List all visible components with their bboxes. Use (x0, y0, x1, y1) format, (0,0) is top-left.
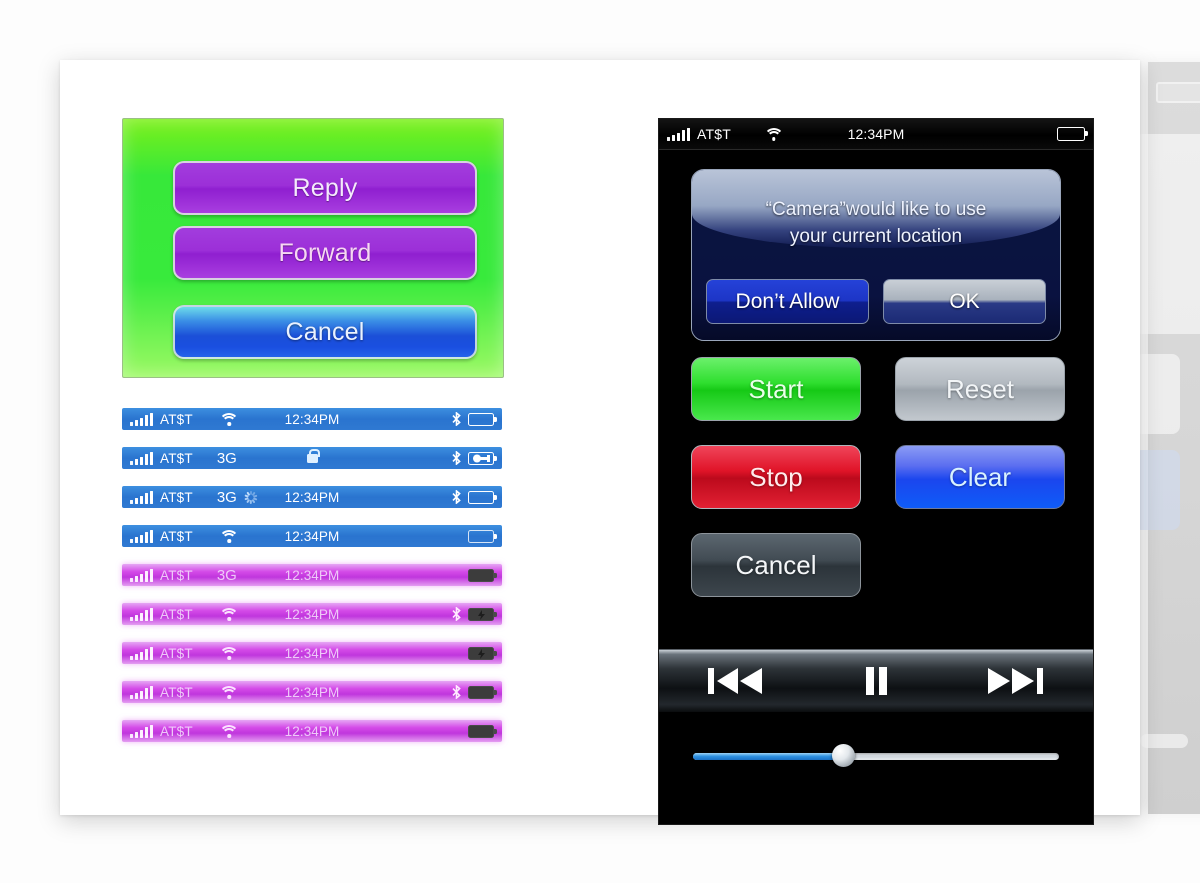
clear-button-label: Clear (948, 461, 1012, 492)
dont-allow-button[interactable]: Don’t Allow (706, 279, 869, 324)
status-bar: AT$T 12:34PM (122, 681, 502, 703)
bluetooth-icon (452, 490, 461, 504)
reply-button-label: Reply (292, 173, 358, 202)
location-permission-alert: “Camera”would like to use your current l… (691, 169, 1061, 341)
clock-label: 12:34PM (284, 528, 340, 544)
slider-thumb[interactable] (832, 744, 856, 767)
forward-button-label: Forward (278, 238, 372, 267)
status-bar: AT$T 12:34PM (122, 408, 502, 430)
battery-full-icon (1057, 127, 1088, 141)
clock-label: 12:34PM (284, 606, 340, 622)
battery-charging-icon (468, 646, 497, 660)
screenshot-root: Reply Forward Cancel AT$T 12:34PM AT$T 3G AT… (0, 0, 1200, 883)
status-bar-list: AT$T 12:34PM AT$T 3G AT$T 3G 12:34PM AT$T 12:34P… (122, 408, 502, 759)
clock-label: 12:34PM (284, 645, 340, 661)
ghost-shape-4 (1140, 734, 1188, 748)
ghost-shape-3 (1134, 450, 1180, 530)
clear-button[interactable]: Clear (895, 445, 1065, 509)
battery-full-icon (468, 412, 497, 426)
battery-icon (1156, 82, 1200, 103)
status-bar: AT$T 12:34PM (122, 720, 502, 742)
bluetooth-icon (452, 412, 461, 426)
alert-message-line2: your current location (789, 226, 963, 247)
skip-next-icon[interactable] (984, 664, 1046, 698)
lock-icon (122, 448, 502, 463)
clock-label: 12:34PM (284, 411, 340, 427)
clock-label: 12:34PM (284, 684, 340, 700)
clock-label: 12:34PM (847, 126, 905, 142)
clock-label: 12:34PM (284, 567, 340, 583)
action-sheet: Reply Forward Cancel (122, 118, 504, 378)
bluetooth-icon (452, 607, 461, 621)
media-control-bar (659, 649, 1093, 712)
forward-button[interactable]: Forward (173, 226, 477, 280)
slider-fill (693, 753, 844, 760)
ghost-shape-1 (1134, 134, 1200, 334)
cancel-button-label: Cancel (285, 317, 365, 346)
ok-label: OK (949, 289, 980, 313)
start-button-label: Start (748, 373, 804, 404)
cancel-button[interactable]: Cancel (173, 305, 477, 359)
content-card: Reply Forward Cancel AT$T 12:34PM AT$T 3G AT… (60, 60, 1140, 825)
status-bar: AT$T 3G 12:34PM (122, 564, 502, 586)
ghost-shape-2 (1134, 354, 1180, 434)
status-bar: AT$T 12:34PM (122, 642, 502, 664)
battery-charging-icon (468, 607, 497, 621)
cancel-button-label: Cancel (735, 549, 817, 580)
reply-button[interactable]: Reply (173, 161, 477, 215)
pause-icon[interactable] (863, 664, 889, 698)
status-bar: AT$T 12:34PM (122, 525, 502, 547)
skip-previous-icon[interactable] (706, 664, 768, 698)
status-bar: AT$T 3G 12:34PM (122, 486, 502, 508)
stop-button[interactable]: Stop (691, 445, 861, 509)
ok-button[interactable]: OK (883, 279, 1046, 324)
battery-icon (468, 724, 497, 738)
phone-status-bar: AT$T 12:34PM (659, 119, 1093, 150)
alert-buttons: Don’t Allow OK (706, 279, 1046, 324)
bluetooth-icon (452, 685, 461, 699)
reset-button-label: Reset (946, 373, 1014, 404)
status-bar: AT$T 12:34PM (122, 603, 502, 625)
battery-charging-icon (468, 451, 497, 465)
start-button[interactable]: Start (691, 357, 861, 421)
battery-icon (468, 568, 497, 582)
battery-low-icon (468, 490, 497, 504)
background-panel (1134, 62, 1200, 814)
progress-slider[interactable] (693, 744, 1059, 768)
stop-button-label: Stop (749, 461, 803, 492)
battery-faded-icon (468, 529, 497, 543)
phone-panel: AT$T 12:34PM “Camera”would like to use y… (658, 118, 1094, 825)
dont-allow-label: Don’t Allow (735, 289, 840, 313)
bluetooth-icon (452, 451, 461, 465)
alert-message-line1: “Camera”would like to use (765, 199, 987, 220)
reset-button[interactable]: Reset (895, 357, 1065, 421)
battery-icon (468, 685, 497, 699)
alert-message: “Camera”would like to use your current l… (708, 196, 1044, 250)
status-bar: AT$T 3G (122, 447, 502, 469)
clock-label: 12:34PM (284, 489, 340, 505)
cancel-button[interactable]: Cancel (691, 533, 861, 597)
clock-label: 12:34PM (284, 723, 340, 739)
